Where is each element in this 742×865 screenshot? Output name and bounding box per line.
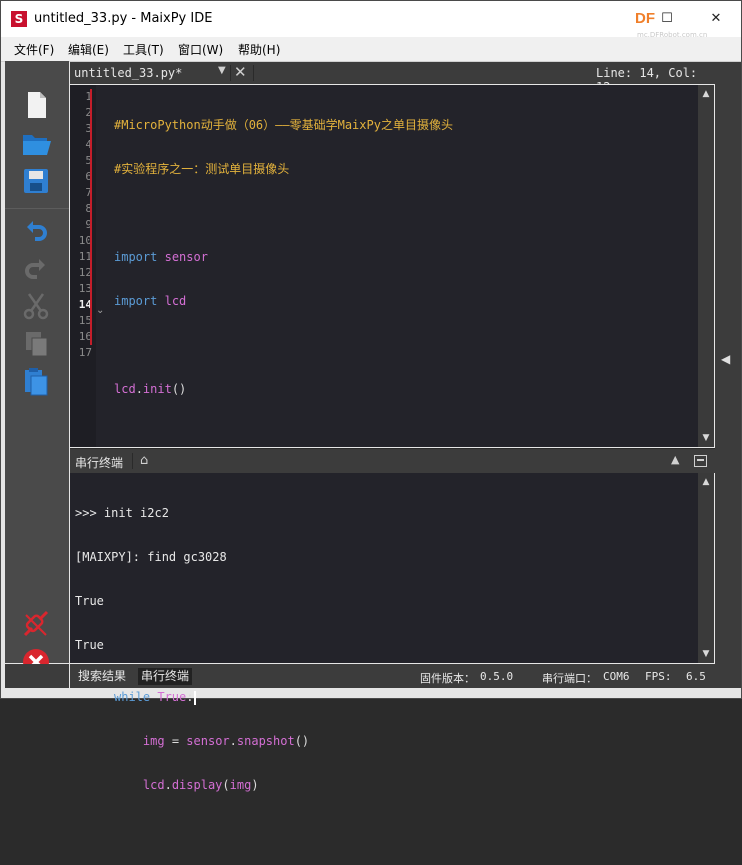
dfrobot-watermark: DF mc.DFRobot.com.cn xyxy=(593,7,713,39)
serial-port-label: 串行端口： xyxy=(542,672,597,685)
scroll-down-icon[interactable]: ▼ xyxy=(698,647,714,661)
line-number: 12 xyxy=(78,266,92,279)
menu-window[interactable]: 窗口(W) xyxy=(178,41,223,58)
tab-serial-terminal[interactable]: 串行终端 xyxy=(138,668,193,685)
scroll-down-icon[interactable]: ▼ xyxy=(698,431,714,445)
code-line: import sensor xyxy=(114,250,208,264)
line-number: 17 xyxy=(78,346,92,359)
status-bar: 搜索结果 串行终端 固件版本： 0.5.0 串行端口： COM6 FPS: 6.… xyxy=(70,664,741,688)
editor-scrollbar[interactable]: ▲ ▼ xyxy=(698,85,714,447)
line-number: 11 xyxy=(78,250,92,263)
line-number: 4 xyxy=(85,138,92,151)
app-icon: S xyxy=(11,11,27,27)
toolbar-footer xyxy=(5,664,69,688)
line-number: 16 xyxy=(78,330,92,343)
terminal-scrollbar[interactable]: ▲ ▼ xyxy=(698,473,714,663)
chevron-left-icon[interactable]: ◀ xyxy=(721,352,730,366)
serial-port-value: COM6 xyxy=(603,670,630,683)
terminal-line: True xyxy=(75,638,104,652)
menu-edit[interactable]: 编辑(E) xyxy=(68,41,109,58)
menu-file[interactable]: 文件(F) xyxy=(14,41,54,58)
redo-icon[interactable] xyxy=(19,251,53,285)
terminal-line: [MAIXPY]: find gc3028 xyxy=(75,550,227,564)
open-folder-icon[interactable] xyxy=(19,126,53,160)
tab-divider xyxy=(253,65,254,81)
editor-tab-bar: untitled_33.py* ▼ ✕ Line: 14, Col: 12 xyxy=(70,62,715,94)
save-icon[interactable] xyxy=(19,164,53,198)
code-line: lcd.display(img) xyxy=(142,778,259,792)
line-number-gutter: 1 2 3 4 5 6 7 8 9 10 11 12 13 14 15 16 1… xyxy=(70,85,96,447)
line-number: 7 xyxy=(85,186,92,199)
modified-lines-marker xyxy=(90,89,92,345)
line-number: 2 xyxy=(85,106,92,119)
line-number: 9 xyxy=(85,218,92,231)
code-editor[interactable]: 1 2 3 4 5 6 7 8 9 10 11 12 13 14 15 16 1… xyxy=(70,85,698,792)
firmware-version: 0.5.0 xyxy=(480,670,514,683)
code-line: img = sensor.snapshot() xyxy=(142,734,310,748)
chevron-up-icon[interactable]: ▲ xyxy=(671,453,679,466)
line-number: 10 xyxy=(78,234,92,247)
ide-window: S untitled_33.py - MaixPy IDE DF mc.DFRo… xyxy=(0,0,742,792)
new-file-icon[interactable] xyxy=(19,88,53,122)
code-line: #MicroPython动手做（06）——零基础学MaixPy之单目摄像头 xyxy=(114,118,453,132)
code-line: import lcd xyxy=(114,294,187,308)
text-cursor xyxy=(193,690,196,705)
terminal-output: >>> init i2c2 [MAIXPY]: find gc3028 True… xyxy=(75,477,227,681)
scroll-up-icon[interactable]: ▲ xyxy=(698,87,714,101)
scroll-up-icon[interactable]: ▲ xyxy=(698,475,714,489)
line-number: 6 xyxy=(85,170,92,183)
terminal-line: True xyxy=(75,594,104,608)
fold-chevron-icon[interactable]: ⌄ xyxy=(96,305,104,316)
close-tab-icon[interactable]: ✕ xyxy=(234,63,247,81)
current-line-number: 14 xyxy=(78,298,92,311)
tab-search-results[interactable]: 搜索结果 xyxy=(75,668,129,685)
serial-terminal[interactable]: >>> init i2c2 [MAIXPY]: find gc3028 True… xyxy=(70,473,698,663)
window-title: untitled_33.py - MaixPy IDE xyxy=(34,11,213,26)
close-window-button[interactable]: ✕ xyxy=(706,9,726,29)
undo-icon[interactable] xyxy=(19,213,53,247)
firmware-label: 固件版本： xyxy=(420,672,475,685)
connect-icon[interactable] xyxy=(19,607,53,641)
toolbar-divider xyxy=(5,208,69,209)
fps-label: FPS: xyxy=(645,670,672,683)
right-panel-toggle[interactable]: ◀ xyxy=(715,62,741,664)
maximize-button[interactable]: ☐ xyxy=(657,9,677,29)
menu-bar: 文件(F) 编辑(E) 工具(T) 窗口(W) 帮助(H) xyxy=(1,37,741,62)
clear-terminal-icon[interactable]: ⌂ xyxy=(140,453,148,468)
tab-untitled-33[interactable]: untitled_33.py* xyxy=(74,66,182,80)
cut-icon[interactable] xyxy=(19,289,53,323)
menu-tools[interactable]: 工具(T) xyxy=(123,41,164,58)
copy-icon[interactable] xyxy=(19,327,53,361)
minimize-panel-icon[interactable] xyxy=(694,455,707,467)
tab-divider xyxy=(230,65,231,81)
terminal-line: >>> init i2c2 xyxy=(75,506,169,520)
line-number: 13 xyxy=(78,282,92,295)
line-number: 8 xyxy=(85,202,92,215)
line-number: 1 xyxy=(85,90,92,103)
terminal-divider xyxy=(132,453,133,469)
line-number: 3 xyxy=(85,122,92,135)
title-bar: S untitled_33.py - MaixPy IDE DF mc.DFRo… xyxy=(1,1,741,39)
left-toolbar xyxy=(5,61,69,675)
watermark-logo: DF xyxy=(635,10,655,27)
fps-value: 6.5 xyxy=(686,670,706,683)
terminal-header: 串行终端 ⌂ ▲ xyxy=(70,448,715,473)
code-line: lcd.init() xyxy=(114,382,187,396)
code-line: #实验程序之一：测试单目摄像头 xyxy=(114,162,290,176)
paste-icon[interactable] xyxy=(19,365,53,399)
terminal-title: 串行终端 xyxy=(75,456,124,470)
current-code-line: while True: xyxy=(114,690,196,705)
line-number: 15 xyxy=(78,314,92,327)
line-number: 5 xyxy=(85,154,92,167)
menu-help[interactable]: 帮助(H) xyxy=(238,41,280,58)
chevron-down-icon[interactable]: ▼ xyxy=(218,65,226,76)
